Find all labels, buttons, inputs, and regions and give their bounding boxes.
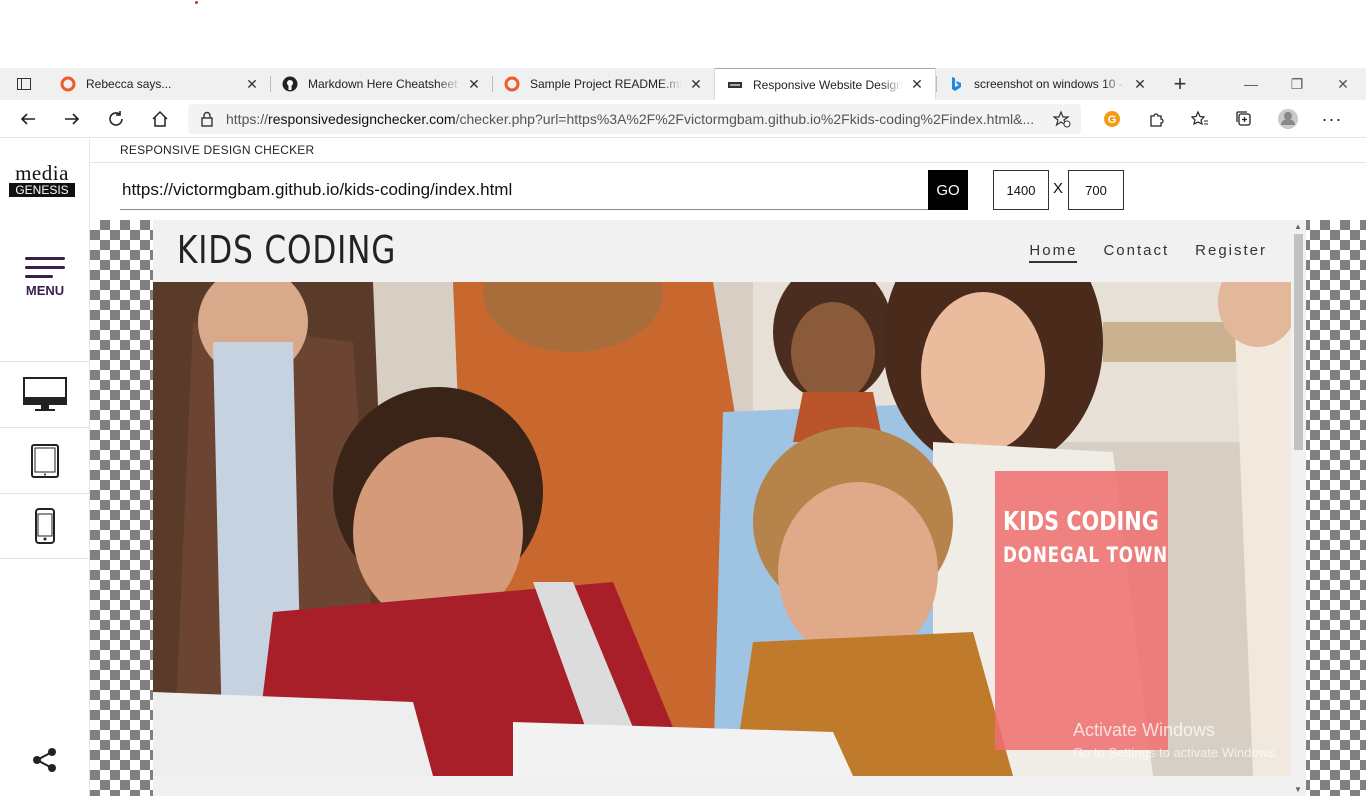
site-logo[interactable]: KIDS CODING [177, 228, 396, 272]
lock-icon[interactable] [188, 111, 226, 127]
close-icon[interactable]: ✕ [244, 76, 260, 92]
browser-tab-bar: Rebecca says... ✕ Markdown Here Cheatshe… [0, 68, 1366, 100]
browser-tab[interactable]: Rebecca says... ✕ [48, 68, 270, 100]
desktop-device-button[interactable] [0, 361, 90, 427]
device-list [0, 361, 90, 559]
tab-title: Rebecca says... [86, 77, 172, 91]
dimension-separator: X [1053, 180, 1064, 197]
collections-icon[interactable] [1222, 100, 1266, 138]
refresh-icon[interactable] [94, 100, 138, 138]
mobile-device-button[interactable] [0, 493, 90, 559]
hero-subtitle: DONEGAL TOWN [1003, 543, 1169, 567]
browser-tab[interactable]: Markdown Here Cheatsheet · ✕ [270, 68, 492, 100]
url-host: responsivedesignchecker.com [268, 111, 456, 127]
menu-button[interactable]: MENU [0, 257, 90, 298]
svg-text:G: G [1108, 114, 1117, 126]
site-nav: Home Contact Register [1029, 242, 1267, 263]
close-icon[interactable]: ✕ [909, 76, 925, 93]
add-favorite-icon[interactable] [1043, 110, 1081, 128]
hero-title: KIDS CODING [1003, 507, 1159, 537]
browser-toolbar: https://responsivedesignchecker.com/chec… [0, 100, 1366, 138]
tab-title: Responsive Website Design T [753, 77, 903, 92]
scrollbar-thumb[interactable] [1294, 234, 1303, 450]
github-icon [282, 76, 298, 92]
desktop-icon [23, 376, 67, 411]
new-tab-button[interactable]: + [1158, 68, 1202, 100]
tablet-device-button[interactable] [0, 427, 90, 493]
browser-tab-active[interactable]: Responsive Website Design T ✕ [714, 68, 936, 100]
circle-icon [60, 76, 76, 92]
favorites-icon[interactable] [1178, 100, 1222, 138]
tab-title: Markdown Here Cheatsheet · [308, 77, 460, 91]
close-window-icon[interactable]: ✕ [1320, 68, 1366, 100]
preview-scrollbar[interactable]: ▲ ▼ [1291, 220, 1306, 796]
go-button[interactable]: GO [928, 170, 968, 210]
url-scheme: https:// [226, 111, 269, 127]
site-bottom-strip [153, 776, 1291, 796]
hero-image: KIDS CODING DONEGAL TOWN [153, 282, 1291, 776]
scroll-down-icon[interactable]: ▼ [1294, 785, 1302, 794]
circle-icon [504, 76, 520, 92]
url-input[interactable]: https://victormgbam.github.io/kids-codin… [120, 170, 928, 210]
close-icon[interactable]: ✕ [466, 76, 482, 92]
address-url: https://responsivedesignchecker.com/chec… [226, 111, 1043, 127]
tab-actions-button[interactable] [0, 68, 48, 100]
checker-icon [727, 77, 743, 93]
hero-caption-box: KIDS CODING DONEGAL TOWN [995, 471, 1168, 750]
hamburger-icon [25, 257, 65, 278]
scroll-up-icon[interactable]: ▲ [1294, 222, 1302, 231]
close-icon[interactable]: ✕ [1132, 76, 1148, 92]
preview-frame[interactable]: KIDS CODING Home Contact Register KIDS C… [153, 220, 1306, 796]
home-icon[interactable] [138, 100, 182, 138]
browser-tab[interactable]: screenshot on windows 10 - S ✕ [936, 68, 1158, 100]
extension-g-icon[interactable]: G [1090, 100, 1134, 138]
width-input[interactable]: 1400 [993, 170, 1049, 210]
minimize-icon[interactable]: — [1228, 68, 1274, 100]
nav-contact-link[interactable]: Contact [1103, 242, 1169, 263]
menu-label: MENU [25, 283, 65, 298]
logo-line1: media [15, 161, 69, 185]
more-icon[interactable]: ··· [1310, 100, 1354, 138]
browser-tab[interactable]: Sample Project README.md | ✕ [492, 68, 714, 100]
media-genesis-logo[interactable]: media GENESIS [9, 161, 75, 197]
site-header: KIDS CODING Home Contact Register [153, 220, 1291, 282]
tab-title: screenshot on windows 10 - S [974, 77, 1126, 91]
window-controls: — ❐ ✕ [1228, 68, 1366, 100]
mobile-icon [35, 508, 55, 544]
forward-icon[interactable] [50, 100, 94, 138]
bing-icon [948, 76, 964, 92]
page-title: RESPONSIVE DESIGN CHECKER [120, 143, 315, 157]
logo-line2: GENESIS [9, 183, 75, 197]
divider [90, 162, 1366, 163]
activate-windows-title: Activate Windows [1073, 720, 1216, 740]
top-blank-area [0, 0, 1366, 68]
toolbar-right: G ··· [1090, 100, 1354, 138]
tablet-icon [31, 443, 59, 478]
close-icon[interactable]: ✕ [688, 76, 704, 92]
red-dot [195, 1, 198, 4]
height-input[interactable]: 700 [1068, 170, 1124, 210]
nav-home-link[interactable]: Home [1029, 242, 1078, 263]
tab-title: Sample Project README.md | [530, 77, 682, 91]
activate-windows-subtitle: Go to Settings to activate Windows. [1073, 745, 1279, 760]
share-icon [33, 748, 56, 772]
share-button[interactable] [31, 746, 59, 779]
back-icon[interactable] [6, 100, 50, 138]
restore-icon[interactable]: ❐ [1274, 68, 1320, 100]
app-sidebar: media GENESIS MENU [0, 139, 90, 796]
url-path: /checker.php?url=https%3A%2F%2Fvictormgb… [455, 111, 1035, 127]
nav-register-link[interactable]: Register [1195, 242, 1267, 263]
address-bar[interactable]: https://responsivedesignchecker.com/chec… [188, 104, 1081, 134]
extensions-icon[interactable] [1134, 100, 1178, 138]
tab-sidebar-icon [17, 78, 31, 90]
profile-avatar[interactable] [1266, 100, 1310, 138]
